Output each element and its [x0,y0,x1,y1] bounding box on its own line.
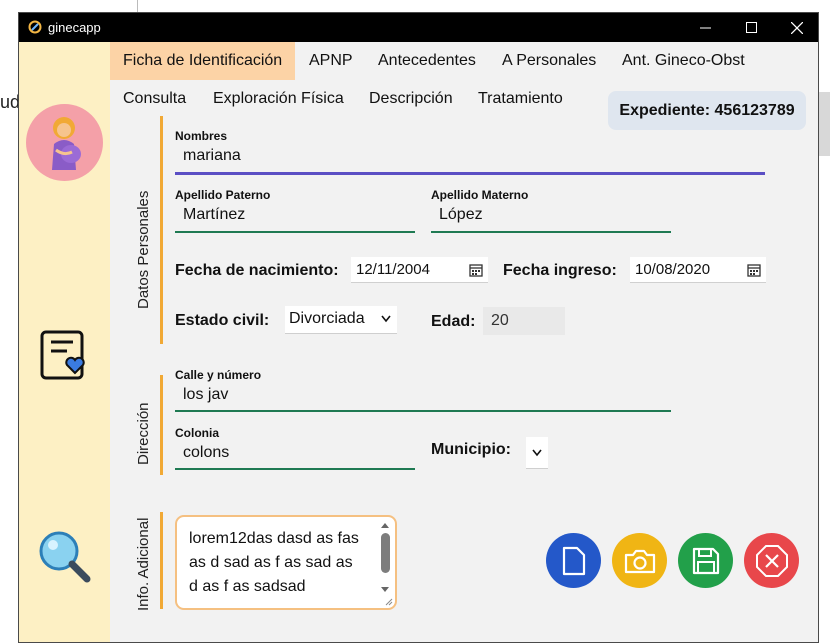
apellido-paterno-underline [175,231,415,233]
tab-consulta[interactable]: Consulta [110,80,199,118]
tab-tratamiento[interactable]: Tratamiento [465,80,576,118]
tab-ficha-identificacion[interactable]: Ficha de Identificación [110,42,296,80]
maximize-icon [745,22,757,33]
save-icon [692,547,719,574]
colonia-underline [175,468,415,470]
address-group-bar [160,375,163,475]
edad-label: Edad: [431,313,476,330]
tab-descripcion[interactable]: Descripción [356,80,466,118]
pregnant-woman-icon [51,116,81,170]
patient-avatar[interactable] [26,104,103,181]
scroll-up-arrow-icon[interactable] [381,523,389,528]
chevron-down-icon [381,315,391,323]
apellido-paterno-input[interactable]: Martínez [175,201,415,229]
cancel-button[interactable] [744,533,799,588]
resize-grip-icon[interactable] [385,598,393,606]
municipio-label: Municipio: [431,441,511,458]
save-button[interactable] [678,533,733,588]
apellido-materno-label: Apellido Materno [431,188,529,202]
tab-apnp[interactable]: APNP [296,42,366,80]
edad-field: 20 [483,307,565,335]
close-button[interactable] [774,13,818,42]
municipio-select[interactable] [526,437,548,469]
apellido-materno-underline [431,231,671,233]
estado-civil-select[interactable]: Divorciada [285,306,397,334]
tab-antecedentes[interactable]: Antecedentes [365,42,489,80]
app-window: ginecapp Ficha de Identificación APNP An… [18,12,819,643]
search-icon[interactable] [37,529,93,585]
cancel-icon [755,544,788,577]
fecha-ingreso-picker[interactable]: 10/08/2020 [630,257,766,283]
calle-label: Calle y número [175,368,262,382]
new-document-button[interactable] [546,533,601,588]
notes-scrollbar-thumb[interactable] [381,533,390,573]
personal-group-bar [160,116,163,344]
fecha-nacimiento-label: Fecha de nacimiento: [175,262,339,279]
window-title: ginecapp [48,20,101,35]
apellido-materno-input[interactable]: López [431,201,671,229]
tab-ant-gineco-obst[interactable]: Ant. Gineco-Obst [609,42,758,80]
sidebar [19,42,110,642]
minimize-button[interactable] [682,13,728,42]
extra-group-bar [160,512,163,609]
new-document-icon [562,546,585,575]
camera-button[interactable] [612,533,667,588]
close-icon [791,21,803,34]
extra-group-label: Info. Adicional [135,517,152,611]
expediente-badge: Expediente: 456123789 [608,91,806,130]
apellido-paterno-label: Apellido Paterno [175,188,271,202]
colonia-input[interactable]: colons [175,439,415,467]
tab-a-personales[interactable]: A Personales [489,42,609,80]
camera-icon [624,549,655,573]
calle-input[interactable]: los jav [175,381,671,409]
estado-civil-label: Estado civil: [175,312,270,329]
nombres-label: Nombres [175,129,228,143]
tab-exploracion-fisica[interactable]: Exploración Física [200,80,357,118]
calle-underline [175,410,671,412]
nombres-underline [175,172,765,175]
app-logo-icon [28,20,42,34]
personal-group-label: Datos Personales [135,190,152,309]
desktop-background: ud ginecapp Ficha de Identificación APNP… [0,0,830,643]
medical-record-icon[interactable] [39,329,89,383]
scroll-down-arrow-icon[interactable] [381,587,389,592]
fecha-nacimiento-picker[interactable]: 12/11/2004 [351,257,488,283]
fecha-ingreso-value: 10/08/2020 [635,261,711,278]
estado-civil-value: Divorciada [289,310,365,327]
colonia-label: Colonia [175,426,219,440]
fecha-nacimiento-value: 12/11/2004 [356,261,430,278]
notes-text: lorem12das dasd as fas as d sad as f as … [189,530,359,595]
chevron-down-icon [532,449,542,457]
maximize-button[interactable] [728,13,774,42]
minimize-icon [699,27,711,29]
background-divider [137,0,138,12]
notes-textarea[interactable]: lorem12das dasd as fas as d sad as f as … [175,515,397,610]
calendar-icon[interactable] [469,263,483,277]
fecha-ingreso-label: Fecha ingreso: [503,262,617,279]
title-bar[interactable]: ginecapp [19,13,818,42]
address-group-label: Dirección [135,402,152,465]
nombres-input[interactable]: mariana [175,142,765,170]
calendar-icon[interactable] [747,263,761,277]
